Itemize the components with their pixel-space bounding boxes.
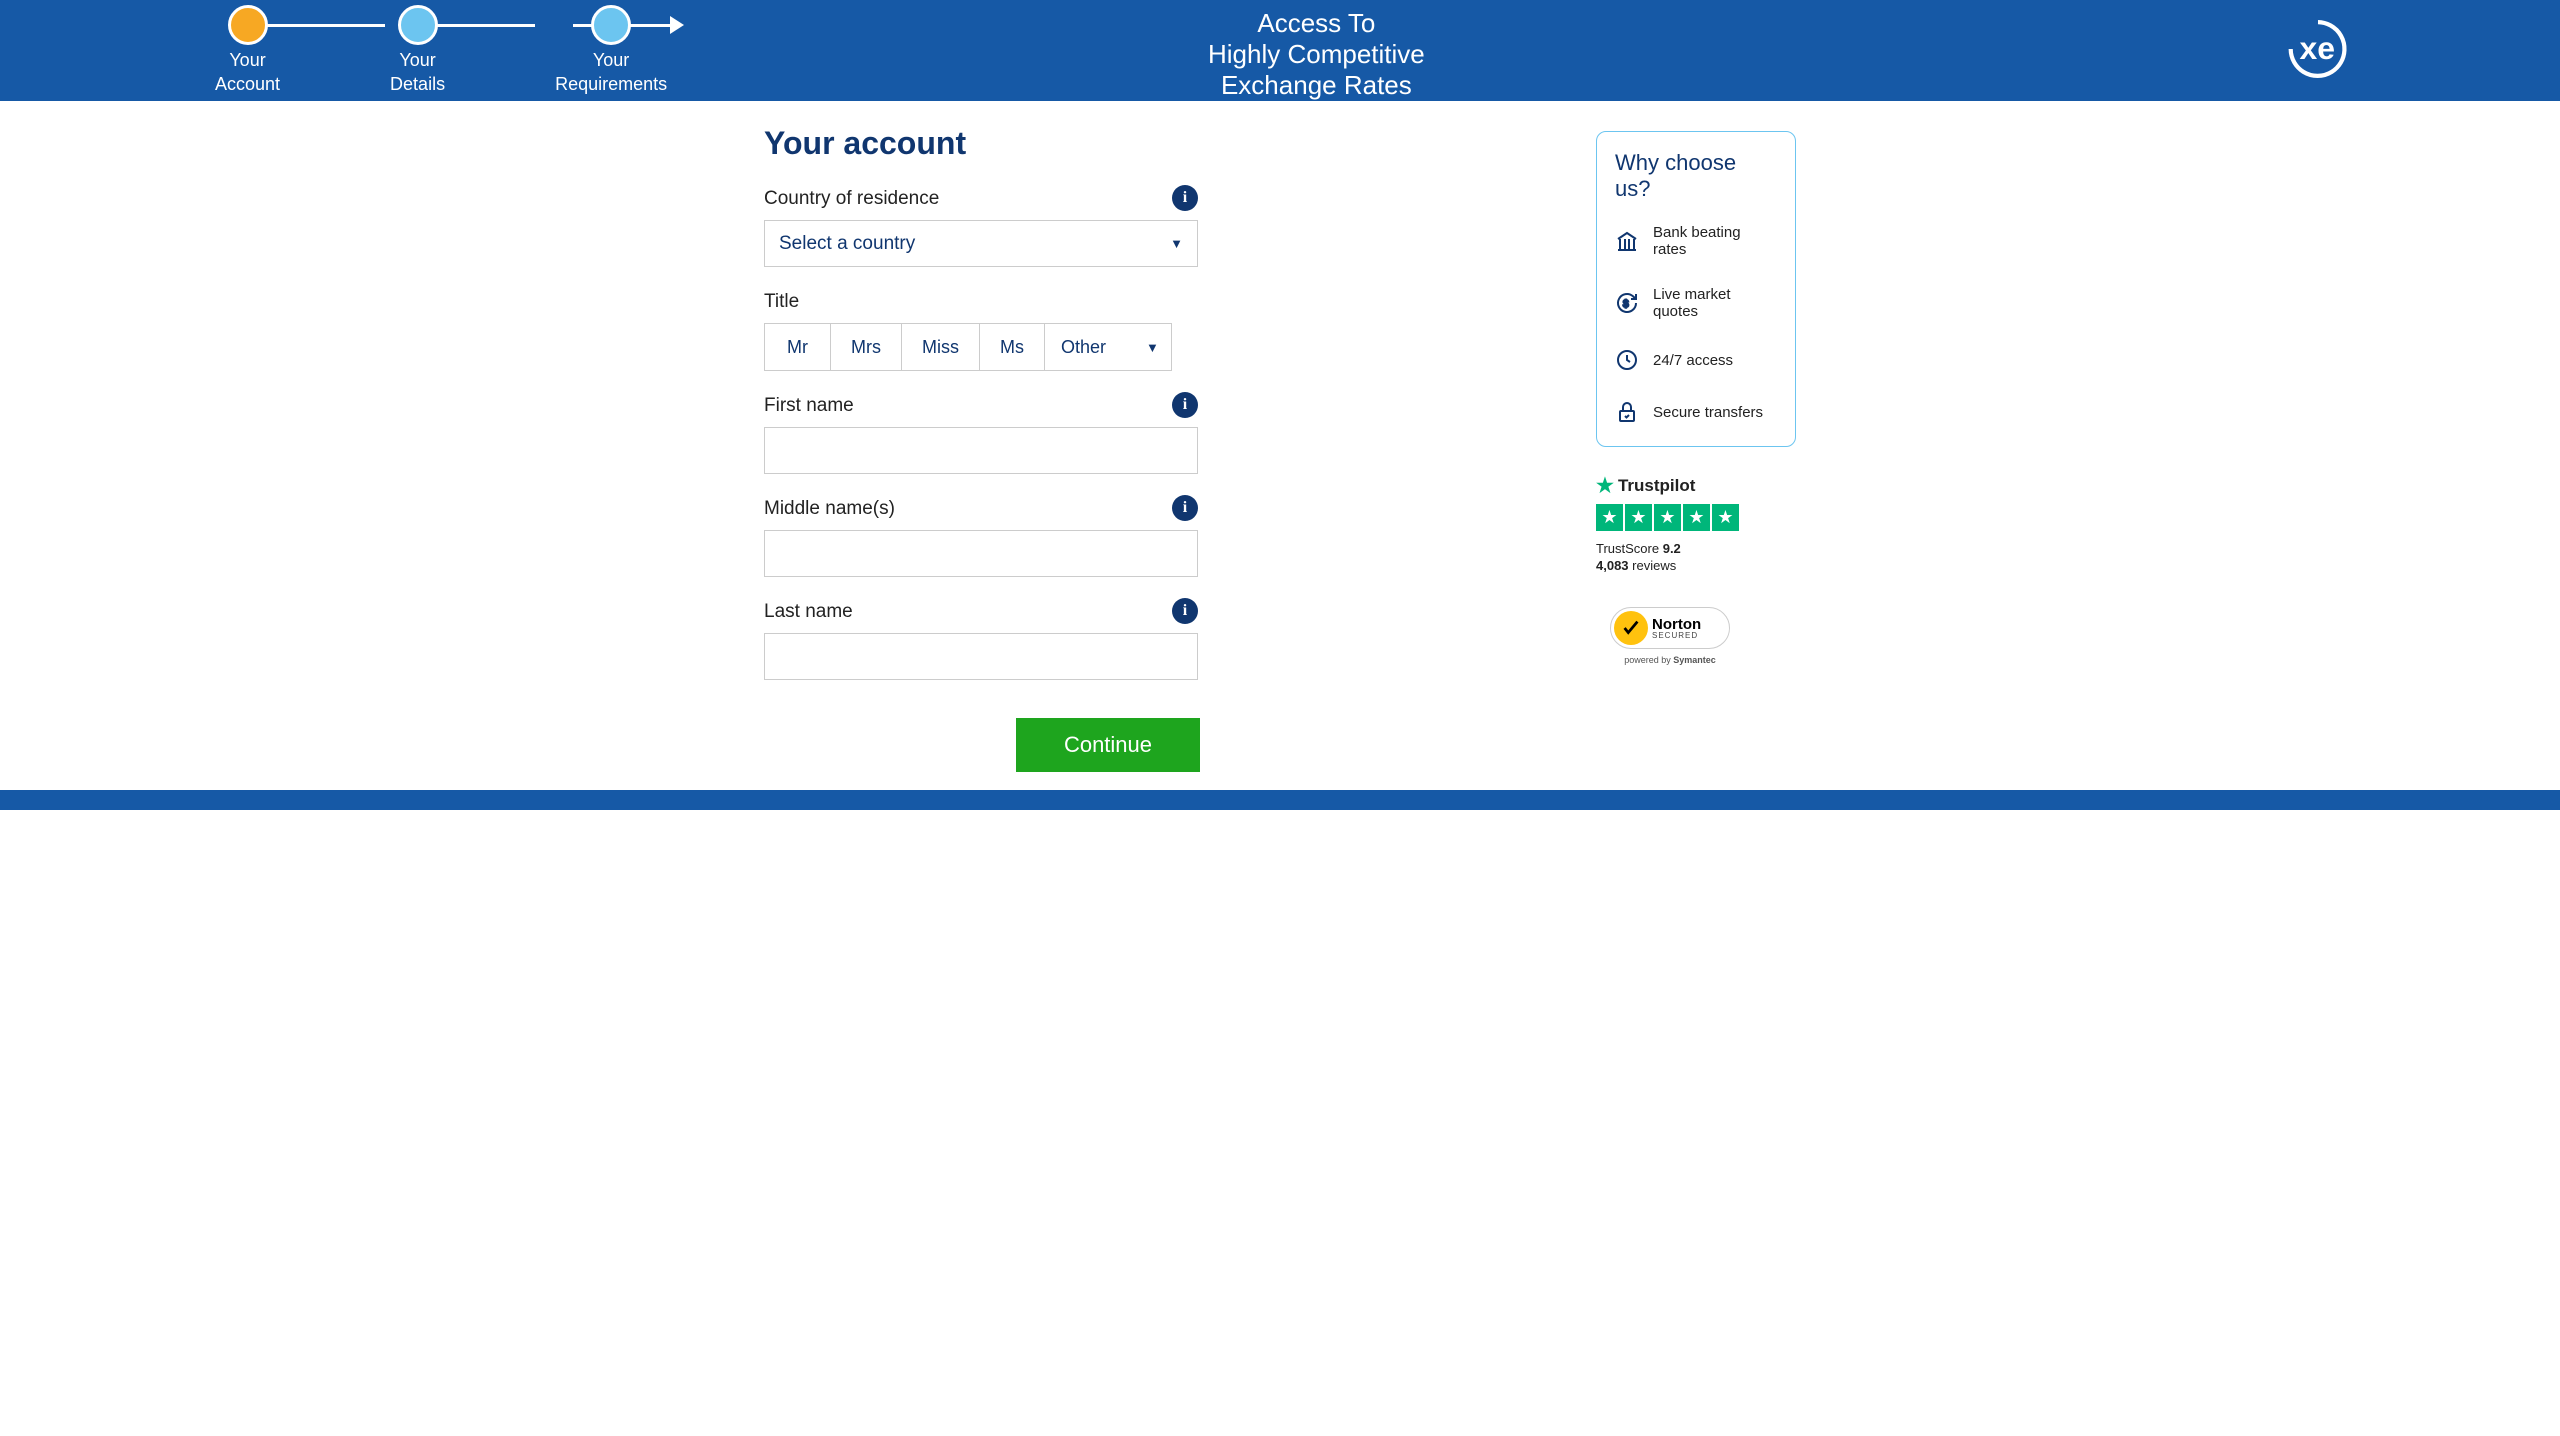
norton-text: Norton SECURED [1652, 617, 1701, 640]
title-option-other[interactable]: Other ▼ [1044, 323, 1172, 371]
last-name-label: Last name [764, 601, 1404, 623]
first-name-group: First name i [764, 395, 1404, 474]
title-other-label: Other [1061, 337, 1106, 358]
info-icon[interactable]: i [1172, 495, 1198, 521]
last-name-group: Last name i [764, 601, 1404, 680]
why-choose-box: Why choose us? Bank beating rates $ Live… [1596, 131, 1796, 447]
trustpilot-reviews: 4,083 reviews [1596, 558, 1796, 573]
trustpilot-score: TrustScore 9.2 [1596, 541, 1796, 556]
country-placeholder: Select a country [779, 233, 915, 255]
step-account[interactable]: YourAccount [215, 5, 280, 96]
middle-name-input[interactable] [764, 530, 1198, 577]
why-item-secure: Secure transfers [1615, 400, 1777, 424]
star-icon: ★ [1712, 504, 1739, 531]
footer-bar [0, 790, 2560, 810]
trustpilot-widget[interactable]: ★ Trustpilot ★ ★ ★ ★ ★ TrustScore 9.2 4,… [1596, 473, 1796, 573]
clock-icon [1615, 348, 1639, 372]
svg-text:$: $ [1623, 299, 1629, 310]
step-label: YourAccount [215, 49, 280, 96]
sidebar: Why choose us? Bank beating rates $ Live… [1596, 125, 1796, 772]
continue-button[interactable]: Continue [1016, 718, 1200, 772]
why-item-label: Secure transfers [1653, 404, 1763, 421]
country-group: Country of residence i Select a country … [764, 188, 1404, 267]
info-icon[interactable]: i [1172, 392, 1198, 418]
trustpilot-brand: Trustpilot [1618, 476, 1695, 496]
form-column: Your account Country of residence i Sele… [764, 125, 1404, 772]
main-content: Your account Country of residence i Sele… [560, 101, 2000, 772]
country-label: Country of residence [764, 188, 1404, 210]
title-option-miss[interactable]: Miss [901, 323, 979, 371]
title-option-mrs[interactable]: Mrs [830, 323, 901, 371]
norton-powered: powered by Symantec [1610, 655, 1730, 665]
title-label: Title [764, 291, 1404, 313]
progress-stepper: YourAccount YourDetails YourRequirements [215, 5, 667, 96]
title-group: Title Mr Mrs Miss Ms Other ▼ [764, 291, 1404, 371]
why-item-rates: Bank beating rates [1615, 224, 1777, 258]
middle-name-group: Middle name(s) i [764, 498, 1404, 577]
step-requirements[interactable]: YourRequirements [555, 5, 667, 96]
country-select[interactable]: Select a country ▼ [764, 220, 1198, 267]
norton-badge[interactable]: Norton SECURED powered by Symantec [1610, 607, 1730, 665]
title-option-mr[interactable]: Mr [764, 323, 830, 371]
trustpilot-stars: ★ ★ ★ ★ ★ [1596, 504, 1796, 531]
trustpilot-logo: ★ Trustpilot [1596, 473, 1796, 498]
why-item-label: Live market quotes [1653, 286, 1777, 320]
why-item-label: Bank beating rates [1653, 224, 1777, 258]
title-options: Mr Mrs Miss Ms Other ▼ [764, 323, 1404, 371]
step-label: YourDetails [390, 49, 445, 96]
step-circle-icon [228, 5, 268, 45]
star-icon: ★ [1683, 504, 1710, 531]
header-tagline: Access To Highly Competitive Exchange Ra… [1208, 8, 1425, 102]
svg-text:xe: xe [2300, 30, 2336, 66]
step-circle-icon [398, 5, 438, 45]
chevron-down-icon: ▼ [1146, 340, 1159, 355]
step-label: YourRequirements [555, 49, 667, 96]
last-name-input[interactable] [764, 633, 1198, 680]
norton-seal: Norton SECURED [1610, 607, 1730, 649]
info-icon[interactable]: i [1172, 598, 1198, 624]
bank-icon [1615, 229, 1639, 253]
first-name-label: First name [764, 395, 1404, 417]
why-title: Why choose us? [1615, 150, 1777, 202]
why-item-quotes: $ Live market quotes [1615, 286, 1777, 320]
why-item-access: 24/7 access [1615, 348, 1777, 372]
star-icon: ★ [1596, 473, 1614, 498]
middle-name-label: Middle name(s) [764, 498, 1404, 520]
arrow-head-icon [670, 16, 684, 34]
page-title: Your account [764, 125, 1404, 162]
chevron-down-icon: ▼ [1170, 236, 1183, 251]
first-name-input[interactable] [764, 427, 1198, 474]
checkmark-icon [1614, 611, 1648, 645]
title-option-ms[interactable]: Ms [979, 323, 1044, 371]
step-circle-icon [591, 5, 631, 45]
why-item-label: 24/7 access [1653, 352, 1733, 369]
info-icon[interactable]: i [1172, 185, 1198, 211]
star-icon: ★ [1625, 504, 1652, 531]
star-icon: ★ [1654, 504, 1681, 531]
xe-logo: xe [2276, 14, 2360, 89]
header-bar: YourAccount YourDetails YourRequirements… [0, 0, 2560, 101]
step-details[interactable]: YourDetails [390, 5, 445, 96]
star-icon: ★ [1596, 504, 1623, 531]
lock-icon [1615, 400, 1639, 424]
refresh-icon: $ [1615, 291, 1639, 315]
